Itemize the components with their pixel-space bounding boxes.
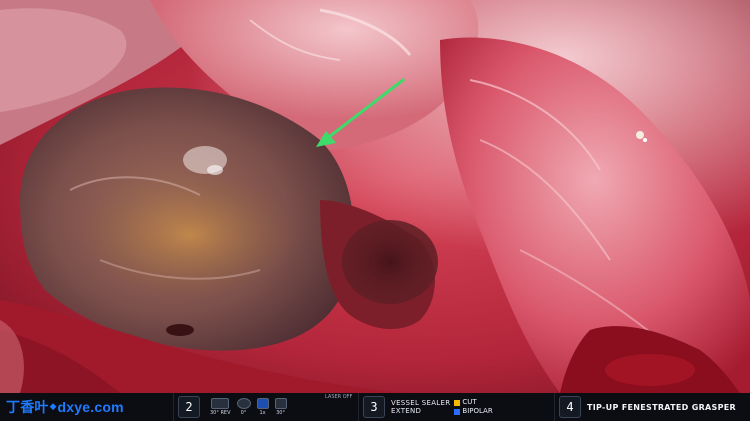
arm-4-number: 4 <box>559 396 581 418</box>
camera-status-item: 0° <box>236 398 251 416</box>
scope-0-degree-icon <box>236 398 251 409</box>
cut-pedal-icon <box>454 399 461 406</box>
scope-30-degree-icon <box>211 398 230 409</box>
camera-status-label: 30° <box>276 410 285 416</box>
pedal-assignments: CUT BIPOLAR <box>450 398 496 416</box>
arm-3-number: 3 <box>363 396 385 418</box>
pedal-cut-label: CUT <box>462 398 477 406</box>
pedal-bipolar: BIPOLAR <box>454 407 493 416</box>
camera-status-label: 1x <box>259 410 266 416</box>
camera-status-label: 30° REV <box>210 410 231 416</box>
camera-status: 30° REV 0° 1x 30° <box>204 398 293 416</box>
watermark-separator-icon: ◆ <box>49 402 57 412</box>
arm-3-panel[interactable]: 3 VESSEL SEALER EXTEND CUT BIPOLAR <box>359 393 555 421</box>
arm-3-tool-name: VESSEL SEALER <box>391 399 451 407</box>
camera-status-item: 30° <box>274 398 287 416</box>
laser-status: LASER OFF <box>325 394 353 400</box>
pedal-bipolar-label: BIPOLAR <box>462 407 493 415</box>
arm-3-tool: VESSEL SEALER EXTEND <box>389 399 450 415</box>
endoscopic-view <box>0 0 750 393</box>
arm-2-number: 2 <box>178 396 200 418</box>
robot-status-bar: 丁香叶 ◆ dxye.com 2 30° REV 0° 1x 30° LASER… <box>0 393 750 421</box>
pedal-cut: CUT <box>454 398 492 407</box>
arm-4-panel[interactable]: 4 TIP-UP FENESTRATED GRASPER <box>555 393 750 421</box>
surgical-video-frame: 丁香叶 ◆ dxye.com 2 30° REV 0° 1x 30° LASER… <box>0 0 750 421</box>
watermark-logo: 丁香叶 <box>6 399 49 415</box>
watermark-domain: dxye.com <box>57 399 124 415</box>
arm-2-panel[interactable]: 2 30° REV 0° 1x 30° LASER OFF <box>174 393 359 421</box>
watermark: 丁香叶 ◆ dxye.com <box>0 393 174 421</box>
camera-status-item: 30° REV <box>210 398 231 416</box>
camera-status-label: 0° <box>240 410 247 416</box>
arm-3-tool-mode: EXTEND <box>391 407 422 415</box>
zoom-icon <box>256 398 269 409</box>
bipolar-pedal-icon <box>454 408 461 415</box>
angle-icon <box>274 398 287 409</box>
camera-status-item: 1x <box>256 398 269 416</box>
arm-4-tool-name: TIP-UP FENESTRATED GRASPER <box>587 402 736 412</box>
